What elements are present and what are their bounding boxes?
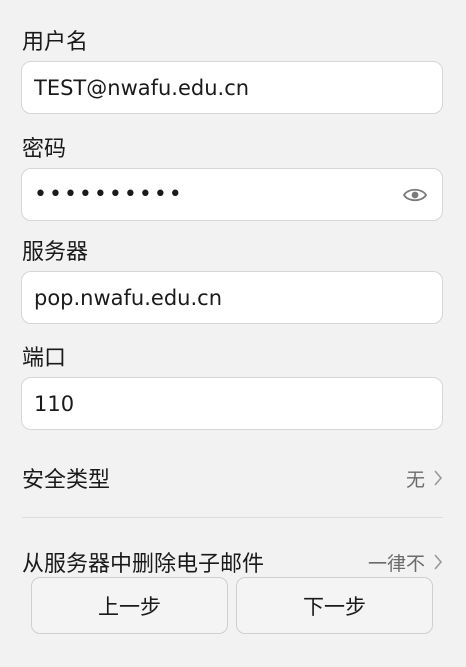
port-value: 110 <box>34 391 75 416</box>
security-type-row[interactable]: 安全类型 无 <box>22 462 443 494</box>
server-value: pop.nwafu.edu.cn <box>34 285 223 310</box>
divider <box>22 517 443 518</box>
server-field[interactable]: pop.nwafu.edu.cn <box>21 271 443 324</box>
password-value: •••••••••• <box>34 182 184 207</box>
port-label: 端口 <box>22 346 67 371</box>
delete-from-server-row[interactable]: 从服务器中删除电子邮件 一律不 <box>22 546 443 578</box>
delete-from-server-value: 一律不 <box>367 552 425 575</box>
username-label: 用户名 <box>22 30 89 55</box>
server-label: 服务器 <box>22 240 89 265</box>
security-type-value: 无 <box>405 468 425 491</box>
password-field[interactable]: •••••••••• <box>21 168 443 221</box>
chevron-right-icon <box>434 554 443 570</box>
username-field[interactable]: TEST@nwafu.edu.cn <box>21 61 443 114</box>
port-field[interactable]: 110 <box>21 377 443 430</box>
password-label: 密码 <box>22 137 67 162</box>
previous-step-button[interactable]: 上一步 <box>31 577 228 634</box>
next-step-button[interactable]: 下一步 <box>236 577 433 634</box>
chevron-right-icon <box>434 470 443 486</box>
delete-from-server-label: 从服务器中删除电子邮件 <box>22 552 265 577</box>
eye-icon[interactable] <box>402 182 428 208</box>
security-type-label: 安全类型 <box>22 468 111 493</box>
username-value: TEST@nwafu.edu.cn <box>34 75 250 100</box>
